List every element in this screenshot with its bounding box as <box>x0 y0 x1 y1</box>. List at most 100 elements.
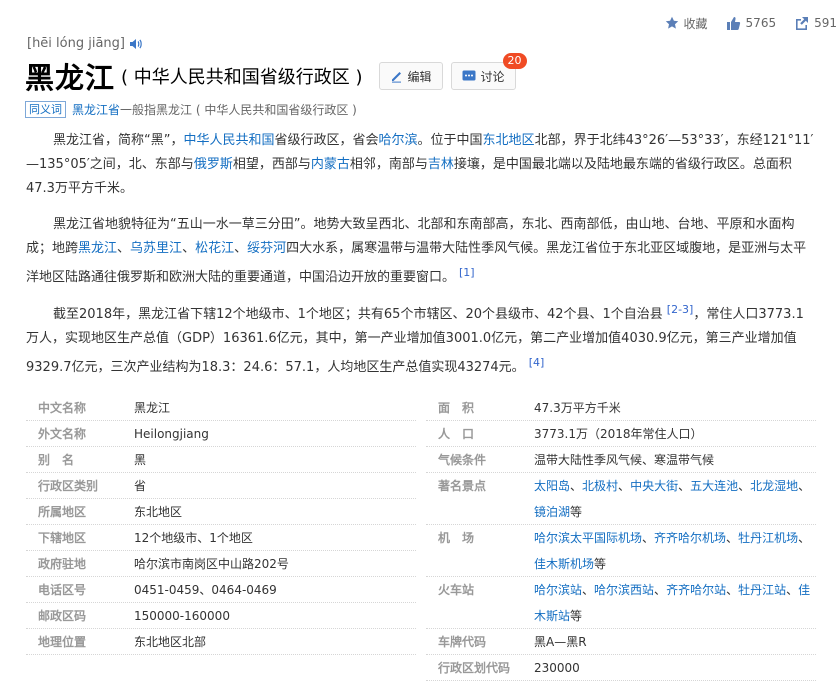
info-value: 3773.1万（2018年常住人口） <box>534 427 703 441</box>
info-row: 气候条件 温带大陆性季风气候、寒温带气候 <box>426 447 816 473</box>
favorite-button[interactable]: 收藏 <box>665 15 708 32</box>
discuss-button[interactable]: 讨论 20 <box>450 53 527 90</box>
link-sun-island[interactable]: 太阳岛 <box>534 479 570 493</box>
info-row: 所属地区 东北地区 <box>26 499 416 525</box>
separator: 、 <box>618 479 631 493</box>
info-key: 中文名称 <box>38 401 87 415</box>
suffix: 等 <box>570 505 583 519</box>
separator: 、 <box>570 479 583 493</box>
info-value: 230000 <box>534 661 580 675</box>
info-row: 邮政区码 150000-160000 <box>26 603 416 629</box>
share-button[interactable]: 591 <box>794 16 837 31</box>
text: 相邻，南部与 <box>349 157 428 172</box>
info-key: 别 名 <box>38 453 75 467</box>
like-button[interactable]: 5765 <box>726 16 776 31</box>
info-row: 车牌代码 黑A—黑R <box>426 629 816 655</box>
synonym-row: 同义词 黑龙江省 一般指黑龙江 ( 中华人民共和国省级行政区 ) <box>25 100 357 118</box>
info-value: 0451-0459、0464-0469 <box>134 583 277 597</box>
info-key: 面 积 <box>438 401 475 415</box>
link-jingpo-lake[interactable]: 镜泊湖 <box>534 505 570 519</box>
link-central-street[interactable]: 中央大街 <box>630 479 678 493</box>
link-mudanjiang-station[interactable]: 牡丹江站 <box>738 583 786 597</box>
info-row: 行政区类别 省 <box>26 473 416 499</box>
text: 省级行政区，省会 <box>274 133 379 148</box>
link-harbin-station[interactable]: 哈尔滨站 <box>534 583 582 597</box>
link-prc[interactable]: 中华人民共和国 <box>183 133 274 148</box>
info-value: 黑龙江 <box>134 401 171 415</box>
link-wudalianchi[interactable]: 五大连池 <box>690 479 738 493</box>
info-row: 中文名称 黑龙江 <box>26 395 416 421</box>
info-value: 太阳岛、北极村、中央大街、五大连池、北龙湿地、镜泊湖等 <box>532 473 816 524</box>
text: 、 <box>182 241 196 256</box>
link-ussuri[interactable]: 乌苏里江 <box>130 241 182 256</box>
info-key: 下辖地区 <box>38 531 87 545</box>
info-row: 著名景点 太阳岛、北极村、中央大街、五大连池、北龙湿地、镜泊湖等 <box>426 473 816 525</box>
reference-link[interactable]: [1] <box>459 266 475 279</box>
edit-label: 编辑 <box>407 69 432 84</box>
info-value: 黑A—黑R <box>534 635 587 649</box>
share-icon <box>796 16 809 30</box>
link-inner-mongolia[interactable]: 内蒙古 <box>311 157 350 172</box>
info-key: 机 场 <box>438 531 475 545</box>
info-value: 150000-160000 <box>134 609 230 623</box>
info-column-right: 面 积 47.3万平方千米 人 口 3773.1万（2018年常住人口） 气候条件 温… <box>426 395 816 681</box>
info-key: 人 口 <box>438 427 475 441</box>
pinyin: [hēi lóng jiāng] <box>27 36 142 51</box>
text: 截至2018年，黑龙江省下辖12个地级市、1个地区；共有65个市辖区、20个县级… <box>53 307 663 322</box>
pencil-icon <box>391 71 401 83</box>
info-row: 火车站 哈尔滨站、哈尔滨西站、齐齐哈尔站、牡丹江站、佳木斯站等 <box>426 577 816 629</box>
link-mudanjiang-airport[interactable]: 牡丹江机场 <box>738 531 798 545</box>
synonym-link[interactable]: 黑龙江省 <box>72 101 120 118</box>
info-row: 面 积 47.3万平方千米 <box>426 395 816 421</box>
info-key: 行政区划代码 <box>438 661 511 675</box>
info-value: Heilongjiang <box>134 427 209 441</box>
info-key: 气候条件 <box>438 453 487 467</box>
suffix: 等 <box>570 609 583 623</box>
link-harbin-west-station[interactable]: 哈尔滨西站 <box>594 583 654 597</box>
info-value: 省 <box>134 479 147 493</box>
link-harbin[interactable]: 哈尔滨 <box>379 133 418 148</box>
info-value: 东北地区北部 <box>134 635 207 649</box>
separator: 、 <box>738 479 751 493</box>
info-row: 行政区划代码 230000 <box>426 655 816 681</box>
link-qiqihar-station[interactable]: 齐齐哈尔站 <box>666 583 726 597</box>
link-beilong-wetland[interactable]: 北龙湿地 <box>750 479 798 493</box>
link-russia[interactable]: 俄罗斯 <box>194 157 233 172</box>
text: 、 <box>117 241 131 256</box>
separator: 、 <box>726 531 739 545</box>
info-value: 温带大陆性季风气候、寒温带气候 <box>534 453 715 467</box>
info-row: 别 名黑 <box>26 447 416 473</box>
text: 黑龙江省，简称“黑”， <box>53 133 184 148</box>
page-subtitle: ( 中华人民共和国省级行政区 ) <box>121 67 363 88</box>
info-key: 车牌代码 <box>438 635 487 649</box>
reference-link[interactable]: [4] <box>529 356 545 369</box>
share-count: 591 <box>814 16 837 30</box>
summary-paragraph-3: 截至2018年，黑龙江省下辖12个地级市、1个地区；共有65个市辖区、20个县级… <box>26 298 816 380</box>
speaker-icon[interactable] <box>129 38 142 50</box>
edit-button[interactable]: 编辑 <box>378 62 443 90</box>
link-arctic-village[interactable]: 北极村 <box>582 479 618 493</box>
info-row: 地理位置 东北地区北部 <box>26 629 416 655</box>
separator: 、 <box>726 583 739 597</box>
info-key: 电话区号 <box>38 583 87 597</box>
link-suifen[interactable]: 绥芬河 <box>247 241 286 256</box>
link-songhua[interactable]: 松花江 <box>195 241 234 256</box>
link-jilin[interactable]: 吉林 <box>428 157 454 172</box>
separator: 、 <box>642 531 655 545</box>
star-icon <box>665 16 678 29</box>
text: 。位于中国 <box>417 133 483 148</box>
info-row: 政府驻地 哈尔滨市南岗区中山路202号 <box>26 551 416 577</box>
link-heilongjiang-river[interactable]: 黑龙江 <box>78 241 117 256</box>
link-qiqihar-airport[interactable]: 齐齐哈尔机场 <box>654 531 726 545</box>
favorite-label: 收藏 <box>683 16 708 31</box>
separator: 、 <box>798 479 811 493</box>
link-harbin-airport[interactable]: 哈尔滨太平国际机场 <box>534 531 642 545</box>
info-row: 人 口 3773.1万（2018年常住人口） <box>426 421 816 447</box>
separator: 、 <box>798 531 811 545</box>
synonym-tag: 同义词 <box>25 100 66 118</box>
link-northeast[interactable]: 东北地区 <box>483 133 535 148</box>
discuss-count-badge: 20 <box>502 53 527 69</box>
link-jiamusi-airport[interactable]: 佳木斯机场 <box>534 557 594 571</box>
info-row: 下辖地区 12个地级市、1个地区 <box>26 525 416 551</box>
reference-link[interactable]: [2-3] <box>667 303 694 316</box>
